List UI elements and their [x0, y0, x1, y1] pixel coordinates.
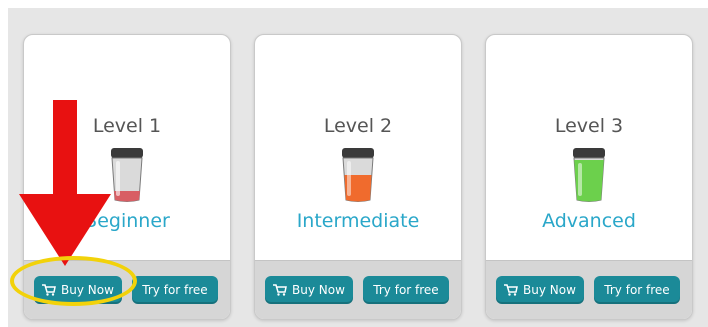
- try-for-free-button[interactable]: Try for free: [132, 276, 218, 304]
- level-title: Level 3: [554, 115, 624, 137]
- jar-icon: [342, 148, 374, 202]
- level-title: Level 1: [92, 115, 162, 137]
- buy-now-button[interactable]: Buy Now: [265, 276, 353, 304]
- level-title: Level 2: [323, 115, 393, 137]
- try-for-free-button[interactable]: Try for free: [594, 276, 680, 304]
- plan-card-level-2: Level 2 Intermediate Buy Now Try for fre…: [254, 34, 462, 320]
- buy-now-label: Buy Now: [523, 283, 576, 297]
- level-name: Advanced: [542, 210, 636, 232]
- buy-now-button[interactable]: Buy Now: [496, 276, 584, 304]
- jar-icon: [111, 148, 143, 202]
- plan-card-level-3: Level 3 Advanced Buy Now Try for free: [485, 34, 693, 320]
- jar-icon: [573, 148, 605, 202]
- try-for-free-label: Try for free: [373, 283, 439, 297]
- plan-card-level-1: Level 1 Beginner Buy Now Try for free: [23, 34, 231, 320]
- card-footer: Buy Now Try for free: [255, 260, 461, 319]
- shopping-cart-icon: [42, 284, 56, 296]
- buy-now-label: Buy Now: [292, 283, 345, 297]
- level-name: Beginner: [84, 210, 170, 232]
- try-for-free-button[interactable]: Try for free: [363, 276, 449, 304]
- buy-now-button[interactable]: Buy Now: [34, 276, 122, 304]
- buy-now-label: Buy Now: [61, 283, 114, 297]
- shopping-cart-icon: [273, 284, 287, 296]
- shopping-cart-icon: [504, 284, 518, 296]
- card-footer: Buy Now Try for free: [486, 260, 692, 319]
- try-for-free-label: Try for free: [142, 283, 208, 297]
- try-for-free-label: Try for free: [604, 283, 670, 297]
- plans-panel: Level 1 Beginner Buy Now Try for free Le…: [8, 8, 708, 327]
- card-footer: Buy Now Try for free: [24, 260, 230, 319]
- level-name: Intermediate: [296, 210, 420, 232]
